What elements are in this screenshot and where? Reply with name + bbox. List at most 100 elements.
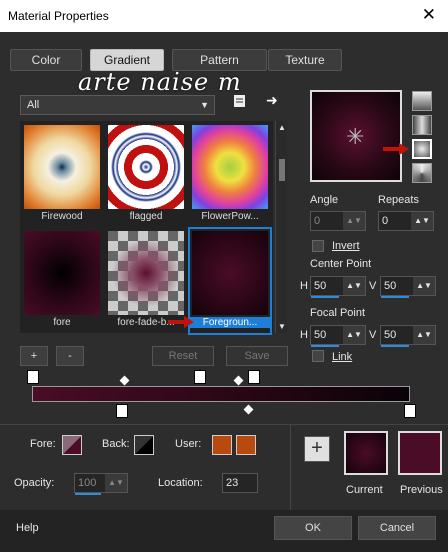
rectangular-style-icon[interactable] [412, 115, 432, 135]
repeats-spinbox[interactable]: 0 ▲▼ [378, 211, 434, 231]
color-stop-marker[interactable] [404, 404, 416, 418]
gradient-item-flowerpower[interactable]: FlowerPow... [190, 123, 270, 227]
spin-arrows-icon[interactable]: ▲▼ [343, 212, 365, 230]
spin-arrows-icon[interactable]: ▲▼ [411, 212, 433, 230]
save-button[interactable]: Save [226, 346, 288, 366]
library-icon[interactable] [232, 93, 248, 112]
linear-style-icon[interactable] [412, 91, 432, 111]
focal-v-label: V [369, 329, 377, 341]
gradient-item-foreground[interactable]: Foregroun... [188, 227, 272, 335]
title-bar: Material Properties ✕ [0, 0, 448, 32]
top-stop-marker[interactable] [194, 370, 206, 384]
gradient-item-flagged[interactable]: flagged [106, 123, 186, 227]
center-point-label: Center Point [310, 258, 372, 270]
gradient-editor-bar[interactable] [32, 386, 410, 402]
watermark-text: arte naise m [78, 68, 242, 96]
selection-arrow-icon [168, 316, 194, 328]
invert-checkbox[interactable] [312, 240, 324, 252]
add-to-swatches-button[interactable]: + [304, 436, 330, 462]
angle-value: 0 [314, 215, 321, 227]
dialog-footer: Help OK Cancel [0, 510, 448, 552]
dropdown-value: All [27, 99, 40, 111]
center-v-bar [381, 296, 409, 298]
gradient-category-dropdown[interactable]: All ▼ [20, 95, 215, 115]
location-label: Location: [158, 477, 203, 489]
fore-swatch[interactable] [62, 435, 82, 455]
gradient-item-firewood[interactable]: Firewood [22, 123, 102, 227]
divider [290, 424, 291, 510]
gradient-label: fore [53, 317, 71, 328]
sunburst-style-icon[interactable] [412, 139, 432, 159]
location-value: 23 [226, 477, 239, 489]
radial-style-icon[interactable] [412, 163, 432, 183]
window-title: Material Properties [8, 9, 109, 23]
spin-arrows-icon[interactable]: ▲▼ [413, 326, 435, 344]
repeats-label: Repeats [378, 194, 419, 206]
tab-color[interactable]: Color [10, 49, 82, 71]
back-swatch[interactable] [134, 435, 154, 455]
center-v-spinbox[interactable]: 50 ▲▼ [380, 276, 436, 296]
color-stop-marker[interactable] [116, 404, 128, 418]
gradient-thumbnail [24, 231, 100, 315]
gradient-label: Firewood [41, 211, 83, 222]
opacity-value: 100 [78, 477, 97, 489]
repeats-value: 0 [382, 215, 389, 227]
spin-arrows-icon[interactable]: ▲▼ [343, 277, 365, 295]
angle-spinbox[interactable]: 0 ▲▼ [310, 211, 366, 231]
gradient-preview[interactable]: ✳ [310, 90, 402, 182]
current-label: Current [346, 484, 383, 496]
divider [0, 424, 448, 425]
spin-arrows-icon[interactable]: ▲▼ [343, 326, 365, 344]
back-label: Back: [102, 438, 130, 450]
reset-button[interactable]: Reset [152, 346, 214, 366]
gradient-label: FlowerPow... [201, 211, 259, 222]
user-label: User: [175, 438, 202, 450]
center-h-value: 50 [314, 280, 327, 292]
crosshair-icon[interactable]: ✳ [346, 124, 364, 150]
focal-v-bar [381, 345, 409, 347]
spin-arrows-icon[interactable]: ▲▼ [105, 474, 127, 492]
spin-arrows-icon[interactable]: ▲▼ [413, 277, 435, 295]
focal-h-bar [311, 345, 339, 347]
tab-texture[interactable]: Texture [268, 49, 342, 71]
focal-point-label: Focal Point [310, 307, 366, 319]
focal-v-spinbox[interactable]: 50 ▲▼ [380, 325, 436, 345]
remove-gradient-button[interactable]: - [56, 346, 84, 366]
center-v-label: V [369, 280, 377, 292]
help-link[interactable]: Help [16, 522, 39, 534]
center-h-spinbox[interactable]: 50 ▲▼ [310, 276, 366, 296]
link-label: Link [332, 351, 353, 363]
user-swatch[interactable] [212, 435, 232, 455]
opacity-spinbox[interactable]: 100 ▲▼ [74, 473, 128, 493]
close-icon[interactable]: ✕ [422, 5, 436, 25]
link-checkbox[interactable] [312, 350, 324, 362]
opacity-label: Opacity: [14, 477, 55, 489]
chevron-up-icon[interactable]: ▲ [278, 123, 286, 132]
scrollbar-thumb[interactable] [279, 159, 285, 181]
cancel-button[interactable]: Cancel [358, 516, 436, 540]
top-stop-marker[interactable] [248, 370, 260, 384]
focal-h-spinbox[interactable]: 50 ▲▼ [310, 325, 366, 345]
grid-scrollbar[interactable]: ▲ ▼ [275, 121, 287, 333]
user-swatch-2[interactable] [236, 435, 256, 455]
top-stop-marker[interactable] [27, 370, 39, 384]
gradient-label: flagged [129, 211, 163, 222]
location-field[interactable]: 23 [222, 473, 258, 493]
add-gradient-button[interactable]: + [20, 346, 48, 366]
arrow-right-icon[interactable]: ➜ [266, 92, 278, 109]
invert-label: Invert [332, 240, 360, 252]
style-arrow-icon [383, 143, 409, 155]
focal-h-value: 50 [314, 329, 327, 341]
current-preview [344, 431, 388, 475]
gradient-item-fore[interactable]: fore [22, 229, 102, 333]
chevron-down-icon[interactable]: ▼ [278, 322, 286, 331]
ok-button[interactable]: OK [274, 516, 352, 540]
previous-preview[interactable] [398, 431, 442, 475]
focal-h-label: H [300, 329, 308, 341]
center-v-value: 50 [384, 280, 397, 292]
previous-label: Previous [400, 484, 443, 496]
angle-label: Angle [310, 194, 339, 206]
gradient-thumbnail [108, 125, 184, 209]
center-h-bar [311, 296, 339, 298]
gradient-thumbnail [108, 231, 184, 315]
